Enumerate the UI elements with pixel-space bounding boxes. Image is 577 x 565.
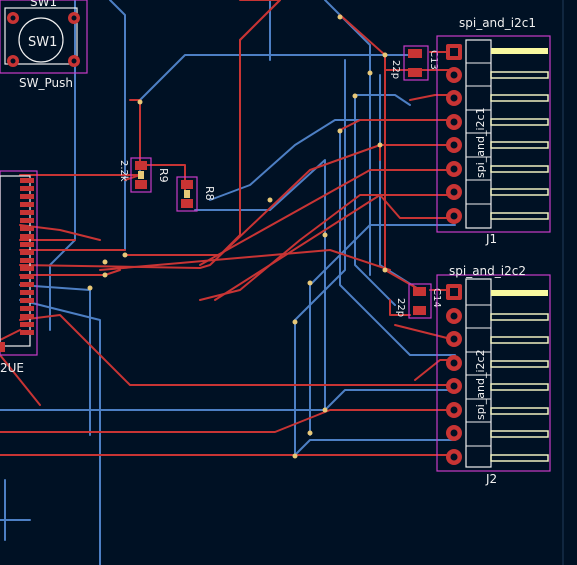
- sw1-body-label: SW1: [28, 35, 57, 50]
- r8-reference: R8: [203, 186, 216, 201]
- r9-pad-2: [135, 180, 147, 189]
- c13-pad-2: [408, 68, 422, 77]
- c13-pad-1: [408, 49, 422, 58]
- r9-reference: R9: [157, 168, 170, 183]
- r8-pad-2: [181, 199, 193, 208]
- c14-pad-1: [413, 287, 426, 296]
- pcb-canvas: SW1 SW1 SW_Push 2UE R9 2.2k R8 C13 22p C…: [0, 0, 577, 565]
- c14-pad-2: [413, 306, 426, 315]
- c14-side-label: 22p: [395, 298, 406, 317]
- ic-reference: 2UE: [0, 361, 24, 375]
- j2-body-label: spi_and_i2c2: [474, 349, 487, 420]
- r8-pad-1: [181, 180, 193, 189]
- c13-side-label: 22p: [390, 60, 401, 79]
- sw1-reference: SW1: [30, 0, 57, 9]
- sw1-value: SW_Push: [19, 76, 73, 90]
- r9-side-label: 2.2k: [118, 160, 129, 182]
- j2-reference: J2: [485, 472, 497, 486]
- j2-value: spi_and_i2c2: [449, 264, 526, 278]
- r9-pad-1: [135, 161, 147, 170]
- j1-value: spi_and_i2c1: [459, 16, 536, 30]
- j1-body-label: spi_and_i2c1: [474, 107, 487, 178]
- r9-body: [138, 171, 144, 179]
- r8-body: [184, 190, 190, 198]
- j1-reference: J1: [485, 232, 497, 246]
